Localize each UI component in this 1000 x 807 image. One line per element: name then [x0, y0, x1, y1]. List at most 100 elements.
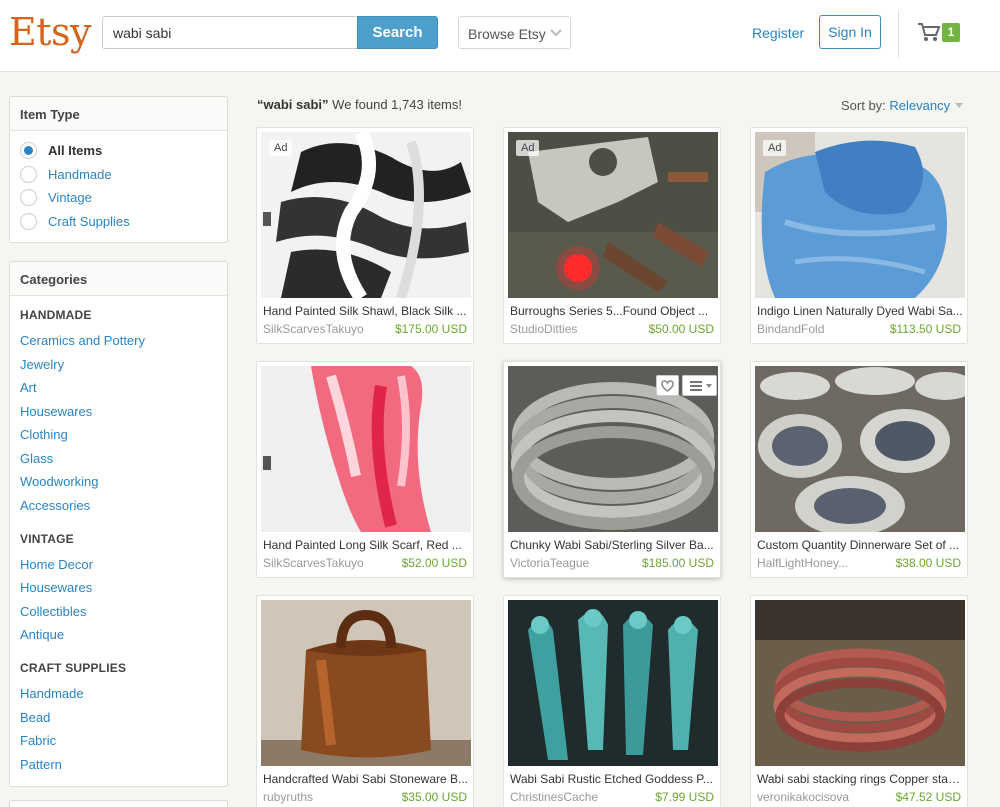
listing-price: $7.99 USD	[655, 790, 714, 804]
search-input[interactable]	[102, 16, 358, 49]
sign-in-button[interactable]: Sign In	[819, 15, 881, 49]
browse-etsy-dropdown[interactable]: Browse Etsy	[458, 16, 571, 49]
category-link[interactable]: Pattern	[20, 757, 62, 772]
listing-title[interactable]: Wabi Sabi Rustic Etched Goddess P...	[510, 772, 716, 786]
category-group-craft-supplies: CRAFT SUPPLIES	[20, 661, 127, 675]
shopping-cart-icon[interactable]	[917, 21, 941, 43]
category-link[interactable]: Collectibles	[20, 604, 86, 619]
listing-shop[interactable]: VictoriaTeague	[510, 556, 589, 570]
category-link[interactable]: Glass	[20, 451, 53, 466]
search-button[interactable]: Search	[357, 16, 438, 49]
site-header: Etsy Search Browse Etsy Register Sign In…	[0, 0, 1000, 72]
category-link[interactable]: Antique	[20, 627, 64, 642]
category-link[interactable]: Housewares	[20, 580, 92, 595]
category-link[interactable]: Jewelry	[20, 357, 64, 372]
listing-price: $175.00 USD	[394, 322, 467, 336]
header-divider	[898, 10, 899, 58]
item-type-all-items[interactable]: All Items	[20, 141, 200, 161]
item-type-handmade[interactable]: Handmade	[20, 165, 200, 185]
listing-image-copper-rings[interactable]	[755, 600, 965, 766]
category-link[interactable]: Ceramics and Pottery	[20, 333, 145, 348]
heart-icon	[661, 380, 674, 392]
chevron-down-icon[interactable]	[955, 103, 963, 108]
category-group-vintage: VINTAGE	[20, 532, 74, 546]
ad-badge: Ad	[269, 140, 293, 156]
listing-card[interactable]: Handcrafted Wabi Sabi Stoneware B... rub…	[256, 595, 474, 807]
listing-price: $52.00 USD	[401, 556, 467, 570]
results-count: We found 1,743 items!	[332, 97, 462, 112]
listing-shop[interactable]: ChristinesCache	[510, 790, 598, 804]
search-query: “wabi sabi”	[257, 97, 329, 112]
listing-image-stoneware-jar[interactable]	[261, 600, 471, 766]
chevron-down-icon	[550, 29, 562, 37]
listing-title[interactable]: Wabi sabi stacking rings Copper stac...	[757, 772, 963, 786]
radio-icon[interactable]	[20, 213, 37, 230]
listing-image-goddess-pendants[interactable]	[508, 600, 718, 766]
listing-title[interactable]: Custom Quantity Dinnerware Set of ...	[757, 538, 963, 552]
next-panel	[9, 800, 228, 807]
categories-heading: Categories	[10, 262, 227, 296]
category-link[interactable]: Bead	[20, 710, 50, 725]
listing-title[interactable]: Chunky Wabi Sabi/Sterling Silver Ba...	[510, 538, 716, 552]
listing-card[interactable]: Wabi sabi stacking rings Copper stac... …	[750, 595, 968, 807]
favorite-heart-button[interactable]	[656, 375, 679, 396]
results-summary: “wabi sabi” We found 1,743 items!	[257, 97, 462, 112]
listing-image-indigo-linen[interactable]: Ad	[755, 132, 965, 298]
listing-shop[interactable]: SilkScarvesTakuyo	[263, 322, 364, 336]
browse-etsy-label: Browse Etsy	[468, 26, 546, 42]
listing-shop[interactable]: SilkScarvesTakuyo	[263, 556, 364, 570]
item-type-label: Vintage	[48, 190, 92, 205]
listing-shop[interactable]: rubyruths	[263, 790, 313, 804]
listing-image-red-silk-scarf[interactable]	[261, 366, 471, 532]
listing-card[interactable]: Hand Painted Long Silk Scarf, Red ... Si…	[256, 361, 474, 578]
sort-value[interactable]: Relevancy	[889, 98, 950, 113]
category-link[interactable]: Clothing	[20, 427, 68, 442]
categories-panel: Categories HANDMADE Ceramics and Pottery…	[9, 261, 228, 787]
listing-shop[interactable]: veronikakocisova	[757, 790, 849, 804]
listing-card[interactable]: Ad Indigo Linen Naturally Dyed Wabi Sa..…	[750, 127, 968, 344]
sort-label: Sort by:	[841, 98, 886, 113]
listing-card[interactable]: Custom Quantity Dinnerware Set of ... Ha…	[750, 361, 968, 578]
listing-shop[interactable]: HalfLightHoney...	[757, 556, 848, 570]
radio-selected-icon[interactable]	[20, 142, 37, 159]
listing-card[interactable]: Wabi Sabi Rustic Etched Goddess P... Chr…	[503, 595, 721, 807]
category-link[interactable]: Art	[20, 380, 37, 395]
listing-title[interactable]: Burroughs Series 5...Found Object ...	[510, 304, 716, 318]
category-link[interactable]: Housewares	[20, 404, 92, 419]
listing-title[interactable]: Indigo Linen Naturally Dyed Wabi Sa...	[757, 304, 963, 318]
listing-title[interactable]: Handcrafted Wabi Sabi Stoneware B...	[263, 772, 469, 786]
item-type-craft-supplies[interactable]: Craft Supplies	[20, 212, 200, 232]
listing-image-dinnerware[interactable]	[755, 366, 965, 532]
listing-price: $113.50 USD	[889, 322, 961, 336]
listing-title[interactable]: Hand Painted Long Silk Scarf, Red ...	[263, 538, 469, 552]
add-to-list-button[interactable]	[682, 375, 717, 396]
radio-icon[interactable]	[20, 189, 37, 206]
listing-shop[interactable]: BindandFold	[757, 322, 824, 336]
register-link[interactable]: Register	[752, 25, 804, 41]
item-type-heading: Item Type	[10, 97, 227, 131]
category-link[interactable]: Home Decor	[20, 557, 93, 572]
item-type-label: Craft Supplies	[48, 214, 130, 229]
item-type-label: Handmade	[48, 167, 112, 182]
category-link[interactable]: Fabric	[20, 733, 56, 748]
listing-card[interactable]: Chunky Wabi Sabi/Sterling Silver Ba... V…	[503, 361, 721, 578]
ad-badge: Ad	[516, 140, 540, 156]
listing-image-silver-bangles[interactable]	[508, 366, 718, 532]
listing-title[interactable]: Hand Painted Silk Shawl, Black Silk ...	[263, 304, 469, 318]
item-type-label: All Items	[48, 143, 103, 158]
category-link[interactable]: Accessories	[20, 498, 90, 513]
listing-shop[interactable]: StudioDitties	[510, 322, 577, 336]
etsy-logo[interactable]: Etsy	[9, 10, 91, 54]
category-link[interactable]: Handmade	[20, 686, 84, 701]
category-link[interactable]: Woodworking	[20, 474, 99, 489]
listing-card[interactable]: Ad Burroughs Series 5...Found Object ...…	[503, 127, 721, 344]
listing-image-silk-shawl[interactable]: Ad	[261, 132, 471, 298]
listing-image-found-object[interactable]: Ad	[508, 132, 718, 298]
list-menu-icon	[690, 381, 712, 391]
sort-control[interactable]: Sort by: Relevancy	[841, 98, 950, 113]
radio-icon[interactable]	[20, 166, 37, 183]
category-group-handmade: HANDMADE	[20, 308, 92, 322]
item-type-vintage[interactable]: Vintage	[20, 188, 200, 208]
item-type-panel: Item Type All Items Handmade Vintage Cra…	[9, 96, 228, 243]
listing-card[interactable]: Ad Hand Painted Silk Shawl, Black Silk .…	[256, 127, 474, 344]
